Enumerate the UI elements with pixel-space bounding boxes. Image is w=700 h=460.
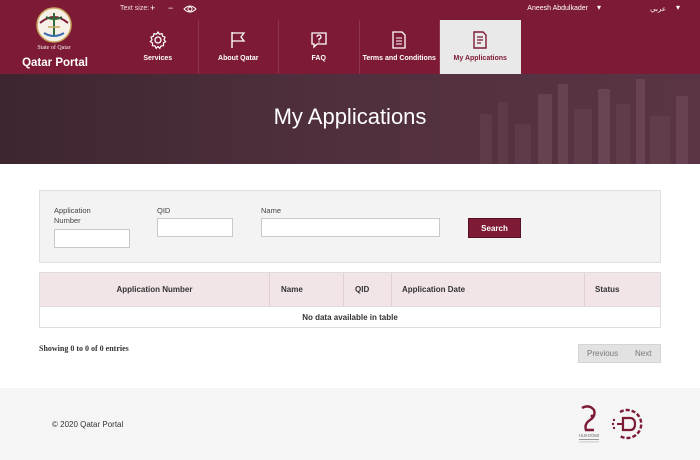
- previous-page-button[interactable]: Previous: [587, 349, 618, 358]
- page-banner: My Applications: [0, 74, 700, 164]
- search-button[interactable]: Search: [468, 218, 521, 238]
- nav-label: FAQ: [311, 55, 326, 62]
- text-size-decrease-button[interactable]: −: [168, 3, 173, 13]
- chevron-down-icon[interactable]: ▾: [676, 3, 680, 12]
- table-empty-row: No data available in table: [40, 306, 660, 327]
- application-number-input[interactable]: [54, 229, 130, 248]
- column-header-application-number[interactable]: Application Number: [40, 273, 270, 306]
- applications-icon: [473, 31, 487, 49]
- nav-item-faq[interactable]: FAQ: [279, 20, 360, 74]
- qid-label: QID: [157, 206, 171, 215]
- search-filter-panel: Application Number QID Name Search: [39, 190, 661, 263]
- column-header-name[interactable]: Name: [270, 273, 344, 306]
- state-emblem-icon: State of Qatar: [36, 7, 72, 51]
- flag-icon: [231, 32, 246, 48]
- site-header: State of Qatar Qatar Portal Text size: +…: [0, 0, 700, 74]
- table-header: Application Number Name QID Application …: [40, 273, 660, 306]
- main-nav: Services About Qatar FAQ Terms and Condi…: [118, 20, 521, 74]
- page-title: My Applications: [273, 104, 427, 129]
- hukoomi-logo[interactable]: HUKOOMI: [576, 404, 602, 444]
- text-size-label: Text size:: [120, 5, 150, 12]
- next-page-button[interactable]: Next: [635, 349, 651, 358]
- eye-icon[interactable]: [183, 4, 197, 14]
- nav-label: Services: [143, 55, 173, 62]
- copyright-text: © 2020 Qatar Portal: [52, 420, 124, 429]
- portal-title: Qatar Portal: [22, 57, 88, 69]
- text-size-increase-button[interactable]: +: [150, 3, 155, 13]
- chevron-down-icon[interactable]: ▾: [597, 3, 601, 12]
- svg-text:HUKOOMI: HUKOOMI: [579, 433, 599, 438]
- digital-government-logo[interactable]: [610, 406, 646, 442]
- name-label: Name: [261, 206, 282, 215]
- gear-icon: [149, 30, 167, 50]
- applications-table: Application Number Name QID Application …: [39, 272, 661, 328]
- column-header-application-date[interactable]: Application Date: [392, 273, 585, 306]
- table-info: Showing 0 to 0 of 0 entries: [39, 344, 129, 353]
- user-menu[interactable]: Aneesh Abdulkader: [527, 5, 588, 12]
- site-footer: © 2020 Qatar Portal HUKOOMI: [0, 388, 700, 460]
- application-number-label: Application Number: [54, 206, 91, 225]
- pagination: Previous Next: [578, 344, 661, 363]
- top-utility-bar: Text size: + − Aneesh Abdulkader ▾ عربي …: [110, 0, 700, 20]
- question-icon: [311, 32, 327, 49]
- nav-label: My Applications: [453, 55, 507, 62]
- document-icon: [392, 31, 406, 49]
- nav-item-about-qatar[interactable]: About Qatar: [199, 20, 279, 74]
- nav-item-terms[interactable]: Terms and Conditions: [360, 20, 440, 74]
- language-toggle[interactable]: عربي: [650, 5, 666, 13]
- qid-input[interactable]: [157, 218, 233, 237]
- name-input[interactable]: [261, 218, 440, 237]
- column-header-qid[interactable]: QID: [344, 273, 392, 306]
- column-header-status[interactable]: Status: [585, 273, 662, 306]
- nav-item-services[interactable]: Services: [118, 20, 199, 74]
- svg-text:State of Qatar: State of Qatar: [37, 44, 70, 51]
- nav-item-my-applications[interactable]: My Applications: [440, 20, 521, 74]
- nav-label: About Qatar: [218, 55, 259, 62]
- nav-label: Terms and Conditions: [362, 55, 436, 62]
- portal-logo[interactable]: State of Qatar Qatar Portal: [0, 0, 110, 74]
